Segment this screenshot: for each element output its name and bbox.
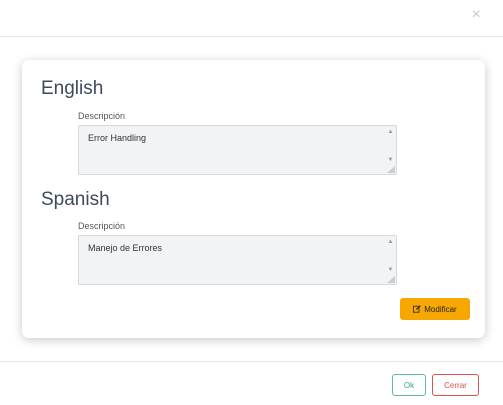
edit-icon — [413, 305, 421, 313]
scroll-up-icon[interactable]: ▲ — [387, 239, 394, 245]
section-title-english: English — [41, 78, 104, 99]
ok-button[interactable]: Ok — [392, 374, 426, 396]
description-label-english: Descripción — [78, 111, 126, 121]
close-button[interactable]: Cerrar — [432, 374, 479, 396]
scroll-up-icon[interactable]: ▲ — [387, 129, 394, 135]
modal-header: × — [0, 0, 503, 37]
description-value-english: Error Handling — [88, 133, 147, 143]
resize-handle-icon[interactable] — [387, 166, 395, 173]
resize-handle-icon[interactable] — [387, 276, 395, 283]
modify-button-label: Modificar — [424, 304, 457, 314]
section-title-spanish: Spanish — [41, 189, 110, 210]
description-value-spanish: Manejo de Errores — [88, 243, 163, 253]
description-textarea-english[interactable]: Error Handling ▲ ▼ — [78, 125, 397, 175]
scroll-down-icon[interactable]: ▼ — [387, 267, 394, 273]
scroll-down-icon[interactable]: ▼ — [387, 157, 394, 163]
translation-card: English Descripción Error Handling ▲ ▼ S… — [22, 60, 485, 338]
close-icon[interactable]: × — [472, 7, 481, 23]
description-label-spanish: Descripción — [78, 221, 126, 231]
modal-footer: Ok Cerrar — [0, 361, 503, 405]
description-textarea-spanish[interactable]: Manejo de Errores ▲ ▼ — [78, 235, 397, 285]
modify-button[interactable]: Modificar — [400, 298, 470, 320]
